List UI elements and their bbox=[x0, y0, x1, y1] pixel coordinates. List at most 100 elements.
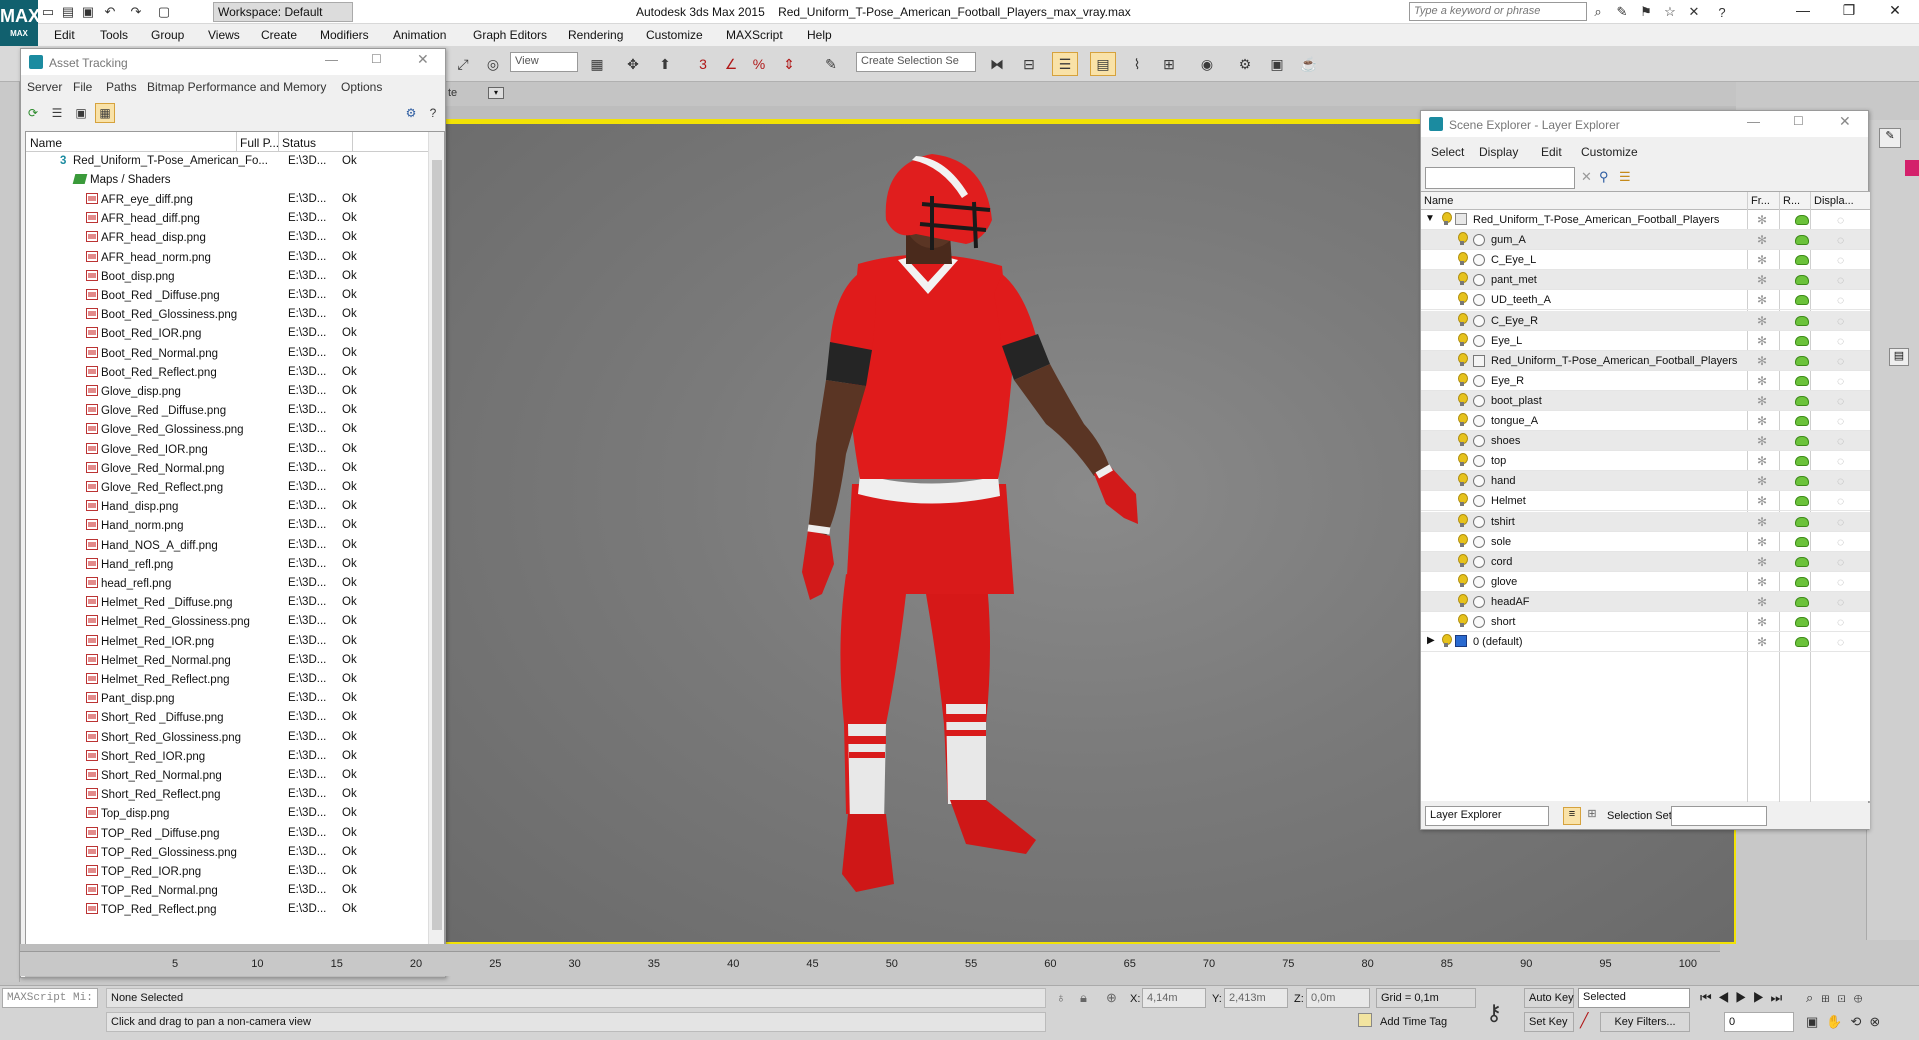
freeze-icon[interactable]: ✻ bbox=[1757, 515, 1767, 529]
scene-menu-display[interactable]: Display bbox=[1479, 145, 1518, 159]
scene-menu-edit[interactable]: Edit bbox=[1541, 145, 1562, 159]
asset-row[interactable]: Short_Red_Normal.png E:\3D... Ok bbox=[26, 766, 428, 785]
refresh-icon[interactable]: ⟳ bbox=[23, 103, 43, 123]
curve-editor-icon[interactable]: ⌇ bbox=[1124, 52, 1150, 76]
freeze-icon[interactable]: ✻ bbox=[1757, 334, 1767, 348]
isolate-selection-icon[interactable]: ♁ bbox=[1056, 990, 1066, 1005]
renderable-teapot-icon[interactable] bbox=[1795, 596, 1809, 607]
asset-row[interactable]: Hand_disp.png E:\3D... Ok bbox=[26, 497, 428, 516]
add-time-tag[interactable]: Add Time Tag bbox=[1380, 1016, 1447, 1028]
column-full-path[interactable]: Full P... bbox=[240, 136, 279, 150]
selection-lock-icon[interactable]: 🔒︎ bbox=[1080, 990, 1087, 1006]
object-row[interactable]: Eye_L ✻ ◌ bbox=[1421, 331, 1870, 351]
asset-menu-paths[interactable]: Paths bbox=[106, 80, 137, 94]
asset-close-button[interactable]: ✕ bbox=[417, 51, 429, 68]
menu-animation[interactable]: Animation bbox=[393, 28, 446, 42]
asset-tracking-titlebar[interactable]: Asset Tracking — ☐ ✕ bbox=[21, 49, 445, 75]
project-folder-icon[interactable]: ▢ bbox=[156, 4, 172, 20]
display-icon[interactable]: ◌ bbox=[1837, 394, 1844, 408]
viewport-menu-icon[interactable]: ▾ bbox=[488, 87, 504, 99]
scene-menu-select[interactable]: Select bbox=[1431, 145, 1464, 159]
angle-snap-icon[interactable]: ∠ bbox=[718, 52, 744, 76]
select-scale-icon[interactable]: ⤢ bbox=[450, 52, 476, 76]
align-icon[interactable]: ⊟ bbox=[1016, 52, 1042, 76]
display-icon[interactable]: ◌ bbox=[1837, 595, 1844, 609]
menu-help[interactable]: Help bbox=[807, 28, 832, 42]
set-key-mode-icon[interactable]: ⚷ bbox=[1486, 1000, 1502, 1026]
asset-row-folder[interactable]: Maps / Shaders bbox=[26, 171, 428, 190]
layer-mode-icon[interactable]: ≡ bbox=[1563, 807, 1581, 825]
viewport-navigation-controls-2[interactable]: ▣✋⟲⊗ bbox=[1806, 1014, 1888, 1030]
asset-row[interactable]: Boot_Red_Reflect.png E:\3D... Ok bbox=[26, 363, 428, 382]
object-row[interactable]: pant_met ✻ ◌ bbox=[1421, 270, 1870, 291]
freeze-icon[interactable]: ✻ bbox=[1757, 494, 1767, 508]
asset-row[interactable]: Boot_Red_Glossiness.png E:\3D... Ok bbox=[26, 305, 428, 324]
renderable-teapot-icon[interactable] bbox=[1795, 275, 1809, 286]
renderable-teapot-icon[interactable] bbox=[1795, 516, 1809, 527]
mirror-icon[interactable]: ⧓ bbox=[984, 52, 1010, 76]
display-icon[interactable]: ◌ bbox=[1837, 494, 1844, 508]
edit-named-selection-icon[interactable]: ✎ bbox=[818, 52, 844, 76]
freeze-icon[interactable]: ✻ bbox=[1757, 555, 1767, 569]
renderable-teapot-icon[interactable] bbox=[1795, 255, 1809, 266]
list-view-icon[interactable]: ☰ bbox=[47, 103, 67, 123]
menu-views[interactable]: Views bbox=[208, 28, 240, 42]
asset-row[interactable]: AFR_eye_diff.png E:\3D... Ok bbox=[26, 190, 428, 209]
scene-search-input[interactable] bbox=[1425, 167, 1575, 189]
object-row[interactable]: hand ✻ ◌ bbox=[1421, 471, 1870, 492]
viewport-navigation-controls[interactable]: ⌕⊞⊡⊕ bbox=[1806, 990, 1870, 1006]
display-icon[interactable]: ◌ bbox=[1837, 454, 1844, 468]
select-manipulate-icon[interactable]: ✥ bbox=[620, 52, 646, 76]
menu-graph-editors[interactable]: Graph Editors bbox=[473, 28, 547, 42]
renderable-teapot-icon[interactable] bbox=[1795, 416, 1809, 426]
asset-row[interactable]: TOP_Red_Reflect.png E:\3D... Ok bbox=[26, 900, 428, 919]
layer-visibility-icon[interactable] bbox=[1441, 634, 1452, 648]
scene-explorer-titlebar[interactable]: Scene Explorer - Layer Explorer — ☐ ✕ bbox=[1421, 111, 1868, 137]
freeze-icon[interactable]: ✻ bbox=[1757, 374, 1767, 388]
asset-row[interactable]: TOP_Red_Normal.png E:\3D... Ok bbox=[26, 881, 428, 900]
column-layer-name[interactable]: Name bbox=[1424, 195, 1453, 207]
asset-row[interactable]: Helmet_Red_Reflect.png E:\3D... Ok bbox=[26, 670, 428, 689]
object-visibility-icon[interactable] bbox=[1457, 252, 1468, 266]
column-renderable[interactable]: R... bbox=[1783, 195, 1800, 207]
schematic-view-icon[interactable]: ⊞ bbox=[1156, 52, 1182, 76]
display-icon[interactable]: ◌ bbox=[1837, 535, 1844, 549]
search-input[interactable]: Type a keyword or phrase bbox=[1409, 2, 1587, 21]
object-row[interactable]: sole ✻ ◌ bbox=[1421, 532, 1870, 552]
object-row[interactable]: C_Eye_L ✻ ◌ bbox=[1421, 250, 1870, 271]
percent-snap-icon[interactable]: % bbox=[746, 52, 772, 76]
asset-row[interactable]: Pant_disp.png E:\3D... Ok bbox=[26, 689, 428, 708]
object-visibility-icon[interactable] bbox=[1457, 473, 1468, 487]
asset-row[interactable]: Helmet_Red_Normal.png E:\3D... Ok bbox=[26, 651, 428, 670]
display-icon[interactable]: ◌ bbox=[1837, 555, 1844, 569]
render-setup-icon[interactable]: ⚙ bbox=[1232, 52, 1258, 76]
modifier-stack-icon[interactable]: ▤ bbox=[1889, 348, 1909, 366]
find-icon[interactable]: ☰ bbox=[1619, 169, 1631, 185]
column-name[interactable]: Name bbox=[30, 136, 62, 150]
named-selection-dropdown[interactable]: Create Selection Se bbox=[856, 52, 976, 72]
object-color-swatch[interactable] bbox=[1905, 160, 1919, 176]
renderable-teapot-icon[interactable] bbox=[1795, 476, 1809, 487]
object-row[interactable]: shoes ✻ ◌ bbox=[1421, 431, 1870, 452]
freeze-icon[interactable]: ✻ bbox=[1757, 635, 1767, 649]
save-icon[interactable]: ▣ bbox=[80, 4, 96, 20]
modify-panel-icon[interactable]: ✎ bbox=[1879, 128, 1901, 148]
object-visibility-icon[interactable] bbox=[1457, 352, 1468, 367]
freeze-icon[interactable]: ✻ bbox=[1757, 273, 1767, 287]
asset-row[interactable]: Glove_Red_IOR.png E:\3D... Ok bbox=[26, 440, 428, 459]
y-coordinate[interactable]: 2,413m bbox=[1224, 988, 1288, 1008]
object-visibility-icon[interactable] bbox=[1457, 392, 1468, 407]
object-visibility-icon[interactable] bbox=[1457, 493, 1468, 507]
rendered-frame-window-icon[interactable]: ▣ bbox=[1264, 52, 1290, 76]
menu-tools[interactable]: Tools bbox=[100, 28, 128, 42]
open-file-icon[interactable]: ▤ bbox=[60, 4, 76, 20]
thumbnail-view-icon[interactable]: ▣ bbox=[71, 103, 91, 123]
freeze-icon[interactable]: ✻ bbox=[1757, 535, 1767, 549]
new-file-icon[interactable]: ▭ bbox=[40, 4, 56, 20]
asset-row[interactable]: Glove_Red _Diffuse.png E:\3D... Ok bbox=[26, 401, 428, 420]
renderable-teapot-icon[interactable] bbox=[1795, 556, 1809, 567]
asset-minimize-button[interactable]: — bbox=[325, 52, 338, 67]
display-icon[interactable]: ◌ bbox=[1837, 334, 1844, 348]
asset-row[interactable]: Glove_Red_Glossiness.png E:\3D... Ok bbox=[26, 420, 428, 439]
freeze-icon[interactable]: ✻ bbox=[1757, 293, 1767, 307]
